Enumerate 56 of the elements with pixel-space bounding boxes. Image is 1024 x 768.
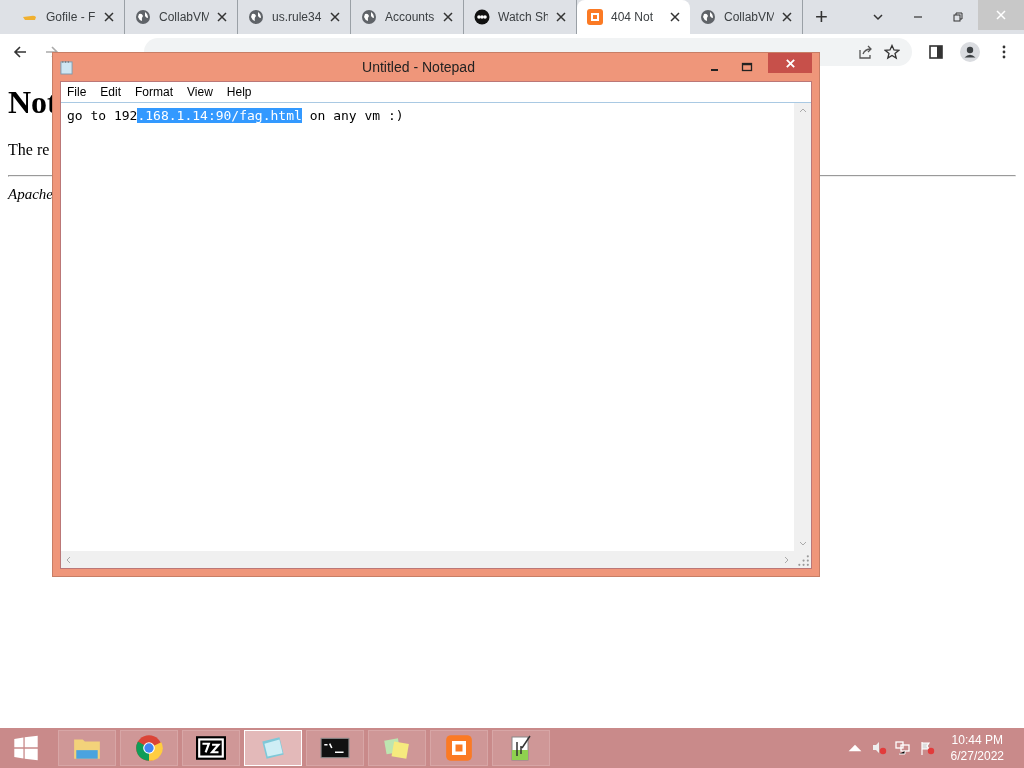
taskbar-button[interactable] (306, 730, 364, 766)
tab-title: us.rule34 (272, 10, 322, 24)
chrome-icon (134, 734, 164, 762)
close-icon (784, 57, 796, 69)
page-paragraph: The re (8, 141, 51, 159)
taskbar-button[interactable] (182, 730, 240, 766)
tab-title: Gofile - F (46, 10, 96, 24)
star-icon[interactable] (884, 44, 900, 60)
archive-icon (196, 734, 226, 762)
clock-time: 10:44 PM (951, 733, 1003, 747)
profile-avatar-icon[interactable] (960, 42, 980, 62)
restore-icon[interactable] (952, 11, 964, 23)
document-text[interactable]: go to 192.168.1.14:90/fag.html on any vm :) (67, 108, 404, 123)
browser-tab[interactable]: Accounts (351, 0, 464, 34)
maximize-icon[interactable] (741, 61, 753, 73)
xampp-icon (444, 734, 474, 762)
menu-item[interactable]: Format (135, 85, 174, 99)
browser-tab[interactable]: Gofile - F (12, 0, 125, 34)
close-icon[interactable] (330, 12, 340, 22)
tab-title: Accounts (385, 10, 435, 24)
globe-icon (135, 9, 151, 25)
close-icon (995, 9, 1007, 21)
globe-icon (361, 9, 377, 25)
muted-speaker-icon[interactable] (870, 740, 887, 756)
notepad-icon (60, 59, 73, 75)
side-panel-icon[interactable] (928, 44, 944, 60)
server-signature: Apache (8, 186, 53, 202)
clock-date: 6/27/2022 (950, 749, 1004, 763)
tab-title: Watch Sh (498, 10, 548, 24)
tab-title: 404 Not (611, 10, 655, 24)
window-title: Untitled - Notepad (361, 59, 476, 75)
network-icon[interactable] (894, 740, 911, 756)
close-button[interactable] (768, 53, 812, 73)
menu-item[interactable]: File (67, 85, 87, 99)
menu-item[interactable]: Help (226, 85, 252, 99)
circle-logo-icon (474, 9, 490, 25)
browser-tab[interactable]: 404 Not (577, 0, 690, 34)
browser-tab[interactable]: us.rule34 (238, 0, 351, 34)
close-icon[interactable] (104, 12, 114, 22)
back-icon[interactable] (12, 44, 28, 60)
share-icon[interactable] (858, 44, 874, 60)
close-icon[interactable] (670, 12, 680, 22)
flag-icon[interactable] (918, 740, 935, 756)
menu-item[interactable]: View (187, 85, 213, 99)
xampp-icon (587, 9, 603, 25)
close-icon[interactable] (443, 12, 453, 22)
new-tab-button[interactable]: + (809, 4, 834, 30)
close-icon[interactable] (217, 12, 227, 22)
start-windows-icon[interactable] (12, 735, 40, 761)
chevron-down-icon[interactable] (872, 11, 884, 23)
close-icon[interactable] (556, 12, 566, 22)
globe-icon (700, 9, 716, 25)
menu-item[interactable]: Edit (100, 85, 122, 99)
globe-icon (248, 9, 264, 25)
browser-tab[interactable]: Watch Sh (464, 0, 577, 34)
close-icon[interactable] (782, 12, 792, 22)
